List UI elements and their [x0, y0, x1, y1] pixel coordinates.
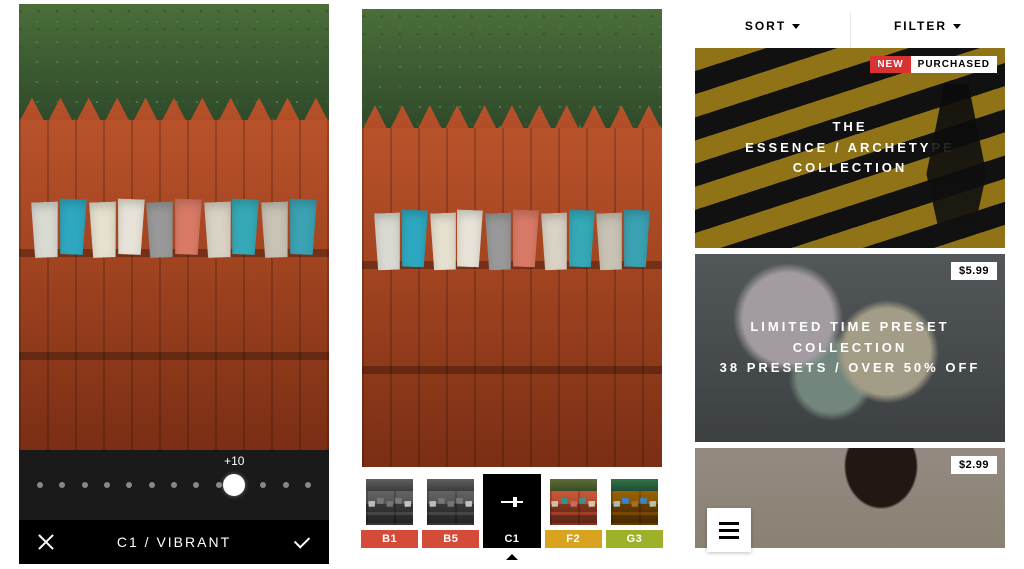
card-title: LIMITED TIME PRESET COLLECTION38 PRESETS…: [695, 317, 1005, 379]
slider-knob[interactable]: [223, 474, 245, 496]
sort-button[interactable]: SORT: [695, 4, 850, 48]
slider-tick: [171, 482, 177, 488]
shop-list[interactable]: NEWPURCHASED THEESSENCE / ARCHETYPECOLLEC…: [695, 48, 1005, 564]
preset-tag: C1: [483, 530, 540, 548]
preset-f2[interactable]: F2: [545, 474, 602, 548]
shop-topbar: SORT FILTER: [695, 4, 1005, 48]
slider-tick: [193, 482, 199, 488]
shop-card[interactable]: NEWPURCHASED THEESSENCE / ARCHETYPECOLLEC…: [695, 48, 1005, 248]
sort-label: SORT: [745, 19, 786, 33]
preset-thumb: [366, 479, 413, 525]
preset-b5[interactable]: B5: [422, 474, 479, 548]
slider-tick: [149, 482, 155, 488]
card-title: THEESSENCE / ARCHETYPECOLLECTION: [727, 117, 973, 179]
preset-thumb: [427, 479, 474, 525]
slider-tick: [126, 482, 132, 488]
slider-tick: [82, 482, 88, 488]
price-badge: $2.99: [951, 456, 997, 474]
badge-purchased: PURCHASED: [911, 56, 997, 73]
hamburger-icon: [719, 529, 739, 532]
slider-tick: [305, 482, 311, 488]
slider-tick: [216, 482, 222, 488]
editor-bottom-bar: C1 / VIBRANT: [19, 520, 329, 564]
photo-preview: [19, 4, 329, 450]
menu-button[interactable]: [707, 508, 751, 552]
shop-screen: SORT FILTER NEWPURCHASED THEESSENCE / ARC…: [695, 4, 1005, 564]
confirm-icon[interactable]: [293, 533, 311, 551]
preset-strip[interactable]: B1B5C1 F2G3: [357, 472, 667, 550]
shop-card[interactable]: $5.99 LIMITED TIME PRESET COLLECTION38 PR…: [695, 254, 1005, 442]
filter-label: FILTER: [894, 19, 947, 33]
editor-intensity-screen: +10 C1 / VIBRANT: [19, 4, 329, 564]
editor-preset-picker-screen: B1B5C1 F2G3: [357, 4, 667, 564]
slider-tick: [283, 482, 289, 488]
chevron-down-icon: [792, 24, 800, 29]
intensity-slider-panel: +10: [19, 450, 329, 520]
badge-row: NEWPURCHASED: [870, 56, 997, 73]
slider-tick: [260, 482, 266, 488]
preset-g3[interactable]: G3: [606, 474, 663, 548]
filter-button[interactable]: FILTER: [850, 4, 1005, 48]
slider-tick: [59, 482, 65, 488]
preset-tag: B5: [422, 530, 479, 548]
preset-name-label: C1 / VIBRANT: [117, 534, 231, 550]
cancel-icon[interactable]: [37, 533, 55, 551]
badge-new: NEW: [870, 56, 910, 73]
preset-tag: G3: [606, 530, 663, 548]
preset-tag: F2: [545, 530, 602, 548]
expand-presets-icon[interactable]: [357, 550, 667, 564]
preset-c1[interactable]: C1: [483, 474, 540, 548]
chevron-down-icon: [953, 24, 961, 29]
preset-thumb: [550, 479, 597, 525]
topbar-divider: [850, 12, 851, 48]
slider-tick: [37, 482, 43, 488]
photo-preview: [362, 9, 662, 467]
price-badge: $5.99: [951, 262, 997, 280]
preset-thumb: [611, 479, 658, 525]
slider-value-label: +10: [224, 454, 244, 468]
intensity-slider[interactable]: +10: [37, 468, 311, 502]
slider-tick: [104, 482, 110, 488]
adjust-icon: [501, 495, 523, 509]
preset-b1[interactable]: B1: [361, 474, 418, 548]
preset-tag: B1: [361, 530, 418, 548]
